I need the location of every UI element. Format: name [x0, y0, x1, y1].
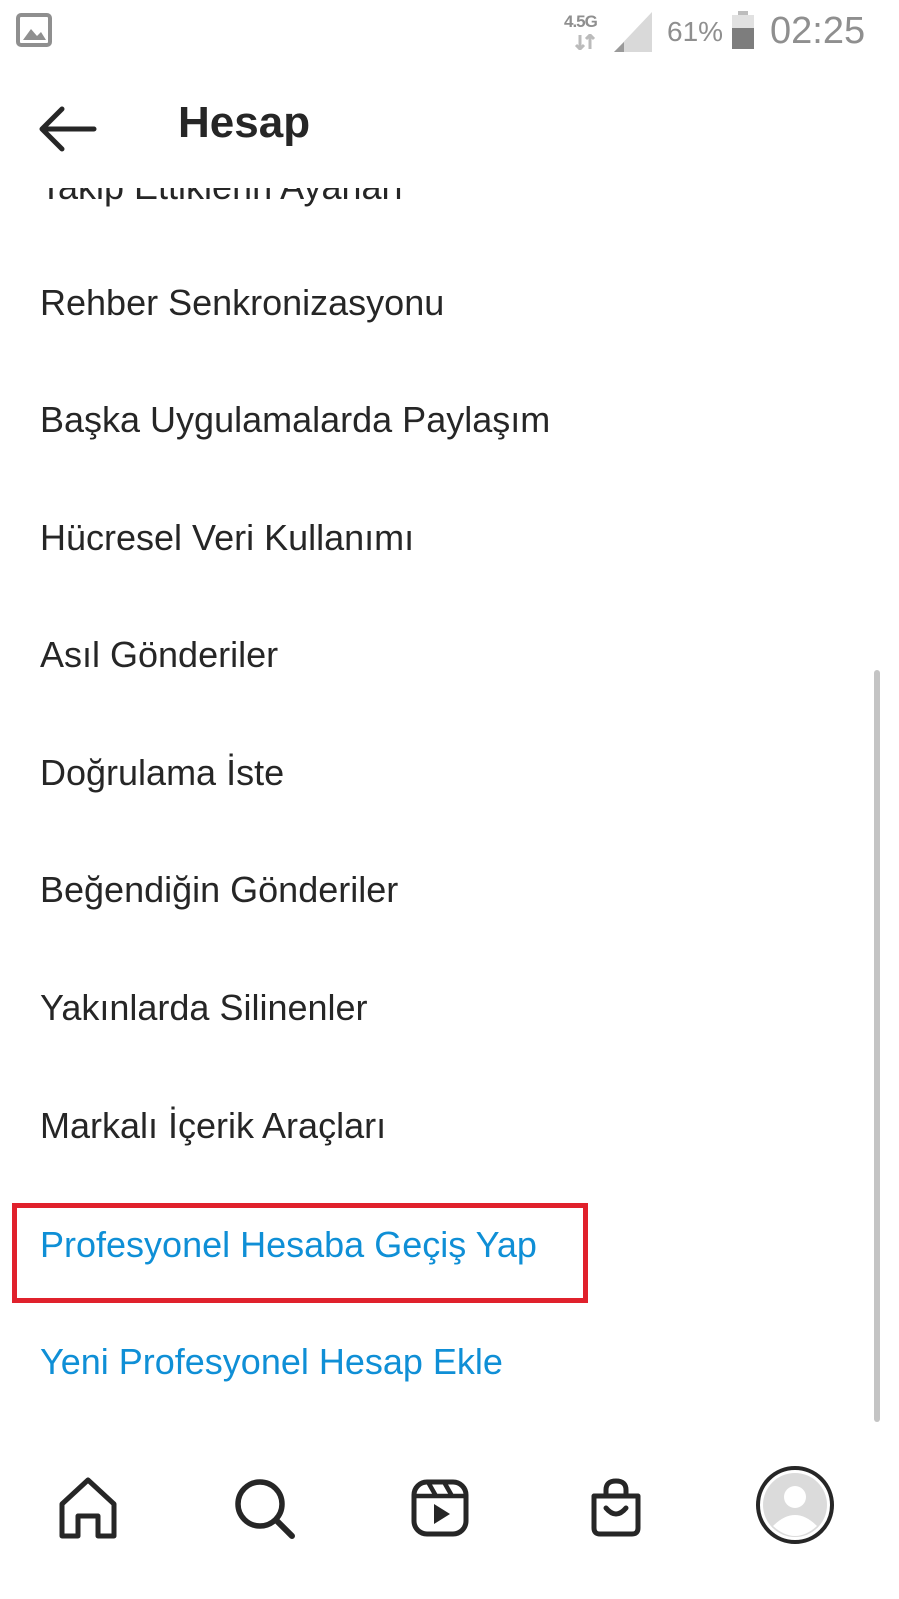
network-type: 4.5G — [564, 12, 598, 31]
gallery-icon — [16, 12, 52, 53]
scrollbar[interactable] — [874, 670, 880, 1422]
nav-reels-button[interactable] — [400, 1468, 480, 1548]
menu-item-original-posts[interactable]: Asıl Gönderiler — [40, 634, 278, 676]
menu-item-cellular-data[interactable]: Hücresel Veri Kullanımı — [40, 517, 414, 559]
header: Hesap — [0, 66, 899, 188]
home-icon — [59, 1477, 117, 1539]
menu-item-liked-posts[interactable]: Beğendiğin Gönderiler — [40, 869, 398, 911]
menu-item-request-verification[interactable]: Doğrulama İste — [40, 752, 284, 794]
nav-search-button[interactable] — [224, 1468, 304, 1548]
signal-icon — [612, 10, 654, 59]
profile-avatar — [756, 1466, 834, 1544]
add-professional-account-button[interactable]: Yeni Profesyonel Hesap Ekle — [40, 1341, 503, 1383]
menu-item-branded-content[interactable]: Markalı İçerik Araçları — [40, 1105, 386, 1147]
search-icon — [235, 1479, 295, 1539]
nav-home-button[interactable] — [48, 1468, 128, 1548]
highlight-box — [12, 1203, 588, 1303]
back-button[interactable] — [34, 96, 100, 162]
back-arrow-icon — [39, 106, 97, 152]
shop-icon — [591, 1478, 641, 1537]
nav-shop-button[interactable] — [576, 1468, 656, 1548]
bottom-nav — [0, 1450, 899, 1599]
battery-percent: 61% — [667, 16, 724, 47]
page-title: Hesap — [178, 98, 311, 147]
menu-item-contact-sync[interactable]: Rehber Senkronizasyonu — [40, 282, 444, 324]
battery-icon — [730, 10, 756, 55]
clock: 02:25 — [770, 10, 866, 52]
nav-profile-button[interactable] — [754, 1464, 836, 1546]
menu-item-sharing-other-apps[interactable]: Başka Uygulamalarda Paylaşım — [40, 399, 550, 441]
reels-icon — [411, 1479, 469, 1537]
network-arrows-icon — [574, 32, 598, 55]
screen: 4.5G 61% 02:25 Hesap Rehber Senkronizasy… — [0, 0, 899, 1599]
menu-item-recently-deleted[interactable]: Yakınlarda Silinenler — [40, 987, 368, 1029]
status-bar: 4.5G 61% 02:25 — [0, 0, 899, 66]
